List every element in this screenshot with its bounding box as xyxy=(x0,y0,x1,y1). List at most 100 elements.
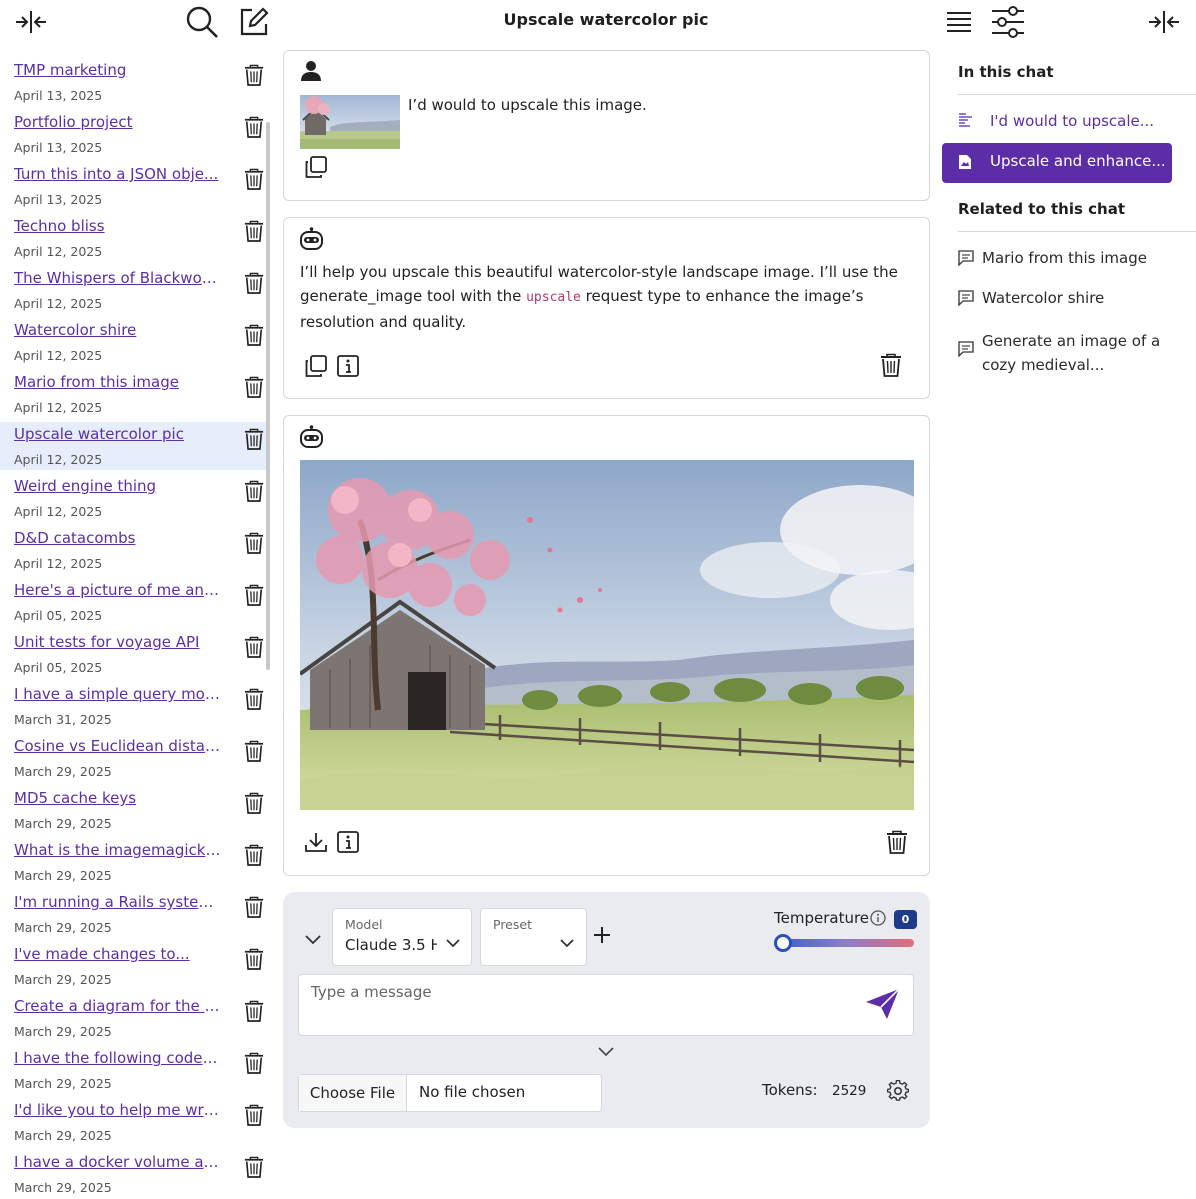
conversation-title[interactable]: I've made changes to... xyxy=(14,945,222,963)
conversation-title[interactable]: The Whispers of Blackwoo... xyxy=(14,269,222,287)
collapse-left-sidebar-icon[interactable] xyxy=(13,4,49,40)
expand-options-chevron-icon[interactable] xyxy=(305,930,321,949)
delete-icon[interactable] xyxy=(242,1050,266,1076)
delete-icon[interactable] xyxy=(242,842,266,868)
delete-icon[interactable] xyxy=(242,894,266,920)
conversation-item[interactable]: Watercolor shire April 12, 2025 xyxy=(0,318,268,366)
conversation-item[interactable]: I'd like you to help me writ... March 29,… xyxy=(0,1098,268,1146)
conversation-title[interactable]: Techno bliss xyxy=(14,217,222,235)
temperature-slider-track[interactable] xyxy=(775,939,914,947)
in-chat-item-upscale-active[interactable]: Upscale and enhance... xyxy=(942,143,1172,183)
conversation-title[interactable]: I'd like you to help me writ... xyxy=(14,1101,222,1119)
conversation-title[interactable]: I have the following code f... xyxy=(14,1049,222,1067)
conversation-title[interactable]: I'm running a Rails system... xyxy=(14,893,222,911)
conversation-item[interactable]: MD5 cache keys March 29, 2025 xyxy=(0,786,268,834)
related-item-watercolor-shire[interactable]: Watercolor shire xyxy=(982,289,1104,307)
conversation-title[interactable]: MD5 cache keys xyxy=(14,789,222,807)
conversation-title[interactable]: Upscale watercolor pic xyxy=(14,425,222,443)
delete-icon[interactable] xyxy=(242,998,266,1024)
settings-sliders-icon[interactable] xyxy=(990,4,1026,40)
conversation-title[interactable]: What is the imagemagick ... xyxy=(14,841,222,859)
delete-icon[interactable] xyxy=(242,634,266,660)
conversation-item[interactable]: The Whispers of Blackwoo... April 12, 202… xyxy=(0,266,268,314)
conversation-item[interactable]: I have a docker volume at... March 29, 20… xyxy=(0,1150,268,1198)
sidebar-scrollbar[interactable] xyxy=(266,122,270,670)
delete-icon[interactable] xyxy=(242,686,266,712)
info-icon[interactable] xyxy=(336,830,360,858)
conversation-title[interactable]: Portfolio project xyxy=(14,113,222,131)
delete-icon[interactable] xyxy=(242,582,266,608)
info-icon[interactable] xyxy=(336,354,360,382)
conversation-title[interactable]: Cosine vs Euclidean distan... xyxy=(14,737,222,755)
delete-icon[interactable] xyxy=(242,530,266,556)
expand-input-chevron-icon[interactable] xyxy=(598,1042,614,1061)
attached-image-thumbnail[interactable] xyxy=(300,95,400,149)
conversation-item[interactable]: Mario from this image April 12, 2025 xyxy=(0,370,268,418)
conversation-title[interactable]: Here's a picture of me and... xyxy=(14,581,222,599)
conversation-title[interactable]: Unit tests for voyage API xyxy=(14,633,222,651)
conversation-item[interactable]: Cosine vs Euclidean distan... March 29, 2… xyxy=(0,734,268,782)
delete-icon[interactable] xyxy=(242,270,266,296)
generated-watercolor-image[interactable] xyxy=(298,460,950,810)
choose-file-button[interactable]: Choose File xyxy=(299,1075,407,1111)
conversation-item[interactable]: D&D catacombs April 12, 2025 xyxy=(0,526,268,574)
delete-icon[interactable] xyxy=(242,426,266,452)
menu-lines-icon[interactable] xyxy=(941,4,977,40)
conversation-item[interactable]: Turn this into a JSON obje... April 13, 2… xyxy=(0,162,268,210)
conversation-title[interactable]: I have a simple query mod... xyxy=(14,685,222,703)
related-item-medieval[interactable]: Generate an image of a cozy medieval... xyxy=(982,329,1160,377)
conversation-item[interactable]: I have a simple query mod... March 31, 20… xyxy=(0,682,268,730)
temperature-info-icon[interactable] xyxy=(870,910,886,930)
delete-icon[interactable] xyxy=(242,374,266,400)
conversation-title[interactable]: TMP marketing xyxy=(14,61,222,79)
related-item-mario[interactable]: Mario from this image xyxy=(982,249,1147,267)
conversation-item[interactable]: Create a diagram for the p... March 29, 2… xyxy=(0,994,268,1042)
in-chat-item-user-message[interactable]: I'd would to upscale... xyxy=(990,112,1154,130)
search-icon[interactable] xyxy=(184,4,220,40)
delete-icon[interactable] xyxy=(242,790,266,816)
conversation-title[interactable]: Weird engine thing xyxy=(14,477,222,495)
conversation-item[interactable]: Weird engine thing April 12, 2025 xyxy=(0,474,268,522)
conversation-title[interactable]: Turn this into a JSON obje... xyxy=(14,165,222,183)
delete-icon[interactable] xyxy=(242,114,266,140)
conversation-item-active[interactable]: Upscale watercolor pic April 12, 2025 xyxy=(0,422,268,470)
download-icon[interactable] xyxy=(304,830,328,858)
copy-icon[interactable] xyxy=(304,354,328,382)
model-select[interactable]: Model Claude 3.5 H xyxy=(332,908,472,966)
add-preset-plus-icon[interactable] xyxy=(593,926,611,948)
collapse-right-panel-icon[interactable] xyxy=(1146,4,1182,40)
copy-icon[interactable] xyxy=(304,155,328,183)
delete-icon[interactable] xyxy=(880,353,902,381)
conversation-item[interactable]: Here's a picture of me and... April 05, 2… xyxy=(0,578,268,626)
conversation-title[interactable]: Create a diagram for the p... xyxy=(14,997,222,1015)
conversation-item[interactable]: I've made changes to... March 29, 2025 xyxy=(0,942,268,990)
delete-icon[interactable] xyxy=(242,218,266,244)
gear-icon[interactable] xyxy=(886,1079,910,1106)
delete-icon[interactable] xyxy=(242,946,266,972)
delete-icon[interactable] xyxy=(242,62,266,88)
conversation-item[interactable]: I have the following code f... March 29, … xyxy=(0,1046,268,1094)
send-icon[interactable] xyxy=(865,988,901,1024)
delete-icon[interactable] xyxy=(242,478,266,504)
conversation-item[interactable]: Unit tests for voyage API April 05, 2025 xyxy=(0,630,268,678)
delete-icon[interactable] xyxy=(242,1154,266,1180)
file-input[interactable]: Choose File No file chosen xyxy=(298,1074,602,1112)
temperature-slider-thumb[interactable] xyxy=(774,934,792,952)
conversation-title[interactable]: Mario from this image xyxy=(14,373,222,391)
conversation-item[interactable]: TMP marketing April 13, 2025 xyxy=(0,60,268,106)
preset-select[interactable]: Preset xyxy=(480,908,587,966)
delete-icon[interactable] xyxy=(242,1102,266,1128)
delete-icon[interactable] xyxy=(242,322,266,348)
conversation-item[interactable]: What is the imagemagick ... March 29, 202… xyxy=(0,838,268,886)
delete-icon[interactable] xyxy=(242,738,266,764)
new-chat-icon[interactable] xyxy=(236,4,272,40)
conversation-title[interactable]: D&D catacombs xyxy=(14,529,222,547)
delete-icon[interactable] xyxy=(242,166,266,192)
conversation-title[interactable]: I have a docker volume at... xyxy=(14,1153,222,1171)
message-input-box[interactable] xyxy=(298,974,914,1036)
delete-icon[interactable] xyxy=(886,830,908,858)
conversation-item[interactable]: Techno bliss April 12, 2025 xyxy=(0,214,268,262)
message-input[interactable] xyxy=(311,983,851,1001)
conversation-item[interactable]: Portfolio project April 13, 2025 xyxy=(0,110,268,158)
conversation-title[interactable]: Watercolor shire xyxy=(14,321,222,339)
